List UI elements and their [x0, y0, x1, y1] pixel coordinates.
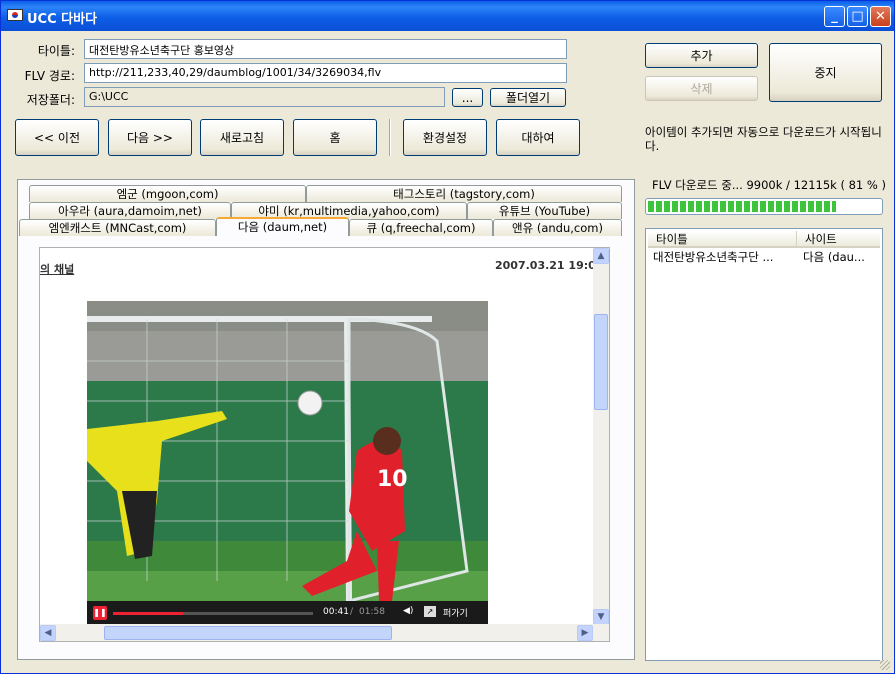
- web-browser-view[interactable]: 의 채널 2007.03.21 19:01 10 ❚❚ 00:41 / 01:5…: [39, 247, 610, 642]
- tab-andu[interactable]: 앤유 (andu,com): [493, 219, 622, 236]
- time-separator: /: [350, 607, 354, 617]
- home-button[interactable]: 홈: [293, 119, 377, 156]
- prev-button[interactable]: << 이전: [15, 119, 99, 156]
- pause-icon[interactable]: ❚❚: [93, 606, 107, 620]
- save-folder-field[interactable]: G:\UCC: [84, 87, 445, 107]
- flv-path-field[interactable]: http://211,233,40,29/daumblog/1001/34/32…: [84, 63, 567, 83]
- seek-bar[interactable]: [113, 612, 313, 615]
- browse-folder-button[interactable]: ...: [452, 88, 483, 107]
- download-progress-fill: [648, 201, 836, 212]
- scroll-up-icon[interactable]: ▲: [593, 248, 609, 264]
- share-button[interactable]: 퍼가기: [443, 606, 468, 619]
- save-folder-label: 저장폴더:: [26, 93, 75, 107]
- close-button[interactable]: ✕: [870, 6, 891, 27]
- tab-mgoon[interactable]: 엠군 (mgoon,com): [29, 185, 306, 202]
- video-player[interactable]: 10: [87, 301, 488, 624]
- video-control-bar: ❚❚ 00:41 / 01:58 ◀) ↗ 퍼가기: [87, 601, 488, 625]
- tab-mncast[interactable]: 엠엔캐스트 (MNCast,com): [19, 219, 216, 236]
- volume-icon[interactable]: ◀): [403, 606, 413, 616]
- seek-progress: [113, 612, 183, 615]
- scroll-down-icon[interactable]: ▼: [593, 609, 609, 625]
- list-item-site: 다음 (dau...: [803, 250, 865, 264]
- download-status: FLV 다운로드 중... 9900k / 12115k ( 81 % ): [652, 178, 886, 192]
- delete-button[interactable]: 삭제: [645, 76, 758, 101]
- stop-button[interactable]: 중지: [769, 43, 882, 102]
- title-label: 타이틀:: [37, 44, 75, 58]
- minimize-button[interactable]: _: [824, 6, 845, 27]
- maximize-button[interactable]: □: [847, 6, 868, 27]
- post-date: 2007.03.21 19:01: [495, 259, 604, 272]
- scroll-right-icon[interactable]: ▶: [577, 625, 593, 641]
- column-header-site[interactable]: 사이트: [796, 231, 880, 248]
- tab-freechal[interactable]: 큐 (q,freechal,com): [349, 219, 493, 236]
- total-time: 01:58: [359, 607, 385, 617]
- settings-button[interactable]: 환경설정: [403, 119, 487, 156]
- about-button[interactable]: 대하여: [496, 119, 580, 156]
- tab-aura[interactable]: 아우라 (aura,damoim,net): [29, 202, 231, 219]
- vertical-scrollbar[interactable]: ▲ ▼: [593, 248, 609, 625]
- channel-link[interactable]: 의 채널: [40, 261, 74, 277]
- column-header-title[interactable]: 타이틀: [648, 231, 796, 248]
- horizontal-scroll-thumb[interactable]: [104, 626, 392, 640]
- next-button[interactable]: 다음 >>: [108, 119, 192, 156]
- flv-path-label: FLV 경로:: [24, 69, 75, 83]
- title-bar[interactable]: UCC 다바다 _ □ ✕: [1, 1, 894, 31]
- flag-icon: [7, 9, 23, 21]
- list-item-title: 대전탄방유소년축구단 ...: [653, 250, 774, 264]
- resize-grip-icon[interactable]: [880, 660, 890, 670]
- scroll-left-icon[interactable]: ◀: [40, 625, 56, 641]
- open-folder-button[interactable]: 폴더열기: [490, 88, 566, 107]
- add-button[interactable]: 추가: [645, 43, 758, 68]
- tab-daum[interactable]: 다음 (daum,net): [216, 217, 349, 236]
- toolbar-separator: [389, 119, 391, 156]
- tab-tagstory[interactable]: 태그스토리 (tagstory,com): [306, 185, 622, 202]
- current-time: 00:41: [323, 607, 349, 617]
- refresh-button[interactable]: 새로고침: [200, 119, 284, 156]
- tab-youtube[interactable]: 유튜브 (YouTube): [467, 202, 622, 219]
- app-window: UCC 다바다 _ □ ✕ 타이틀: 대전탄방유소년축구단 홍보영상 FLV 경…: [0, 0, 895, 674]
- auto-download-notice: 아이템이 추가되면 자동으로 다운로드가 시작됩니다.: [645, 125, 882, 153]
- video-frame-image: 10: [87, 301, 488, 624]
- download-progress-bar: [645, 198, 883, 215]
- download-list[interactable]: 타이틀 사이트 대전탄방유소년축구단 ... 다음 (dau...: [645, 228, 883, 661]
- svg-text:10: 10: [377, 467, 408, 492]
- title-field[interactable]: 대전탄방유소년축구단 홍보영상: [84, 39, 567, 59]
- fullscreen-icon[interactable]: ↗: [424, 606, 436, 617]
- vertical-scroll-thumb[interactable]: [594, 314, 608, 410]
- window-title: UCC 다바다: [27, 12, 98, 27]
- horizontal-scrollbar[interactable]: ◀ ▶: [40, 624, 609, 641]
